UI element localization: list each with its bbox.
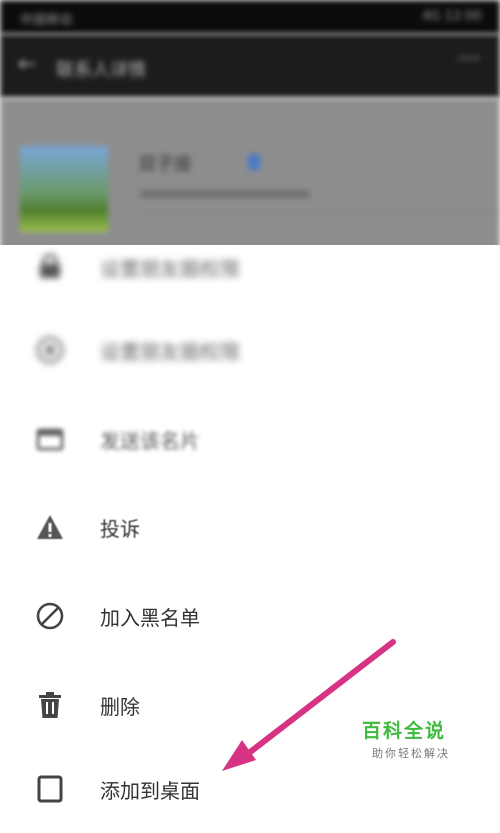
menu-item-report[interactable]: 投诉 [0, 483, 500, 571]
menu-item-permission[interactable]: 设置朋友圈权限 [0, 223, 500, 311]
trash-icon [34, 689, 66, 721]
menu-item-label: 设置朋友圈权限 [100, 256, 240, 281]
status-right: 4G 12:00 [422, 9, 482, 24]
contact-name: 双子座 [138, 154, 192, 175]
circle-icon [34, 334, 66, 366]
card-icon [34, 423, 66, 455]
page-title: 联系人详情 [56, 60, 146, 81]
gender-icon [248, 154, 260, 170]
desktop-icon [34, 773, 66, 805]
menu-item-send-card[interactable]: 发送该名片 [0, 395, 500, 483]
menu-item-label: 添加到桌面 [100, 778, 200, 803]
title-bar: ← 联系人详情 [0, 34, 500, 98]
action-sheet: 设置朋友圈权限 设置朋友圈权限 发送该名片 投诉 加入黑名单 删除 添加到桌面 [0, 245, 500, 803]
watermark: 百科全说 助你轻松解决 [362, 716, 468, 762]
menu-item-label: 加入黑名单 [100, 605, 200, 630]
watermark-subtitle: 助你轻松解决 [372, 747, 450, 760]
divider [140, 213, 500, 214]
more-icon[interactable] [458, 56, 480, 60]
menu-item-blacklist[interactable]: 加入黑名单 [0, 572, 500, 660]
menu-item-moments-permission[interactable]: 设置朋友圈权限 [0, 306, 500, 394]
block-icon [34, 600, 66, 632]
lock-icon [34, 251, 66, 283]
menu-item-label: 发送该名片 [100, 428, 200, 453]
contact-sub-line [140, 190, 310, 198]
menu-item-label: 删除 [100, 694, 140, 719]
background-page: 中国移动 4G 12:00 ← 联系人详情 双子座 [0, 0, 500, 260]
menu-item-label: 投诉 [100, 516, 140, 541]
watermark-title: 百科全说 [362, 720, 447, 742]
warning-icon [34, 511, 66, 543]
carrier-label: 中国移动 [20, 13, 73, 28]
menu-item-label: 设置朋友圈权限 [100, 339, 240, 364]
status-bar: 中国移动 4G 12:00 [0, 0, 500, 34]
avatar[interactable] [20, 146, 108, 232]
back-arrow-icon[interactable]: ← [18, 52, 36, 77]
